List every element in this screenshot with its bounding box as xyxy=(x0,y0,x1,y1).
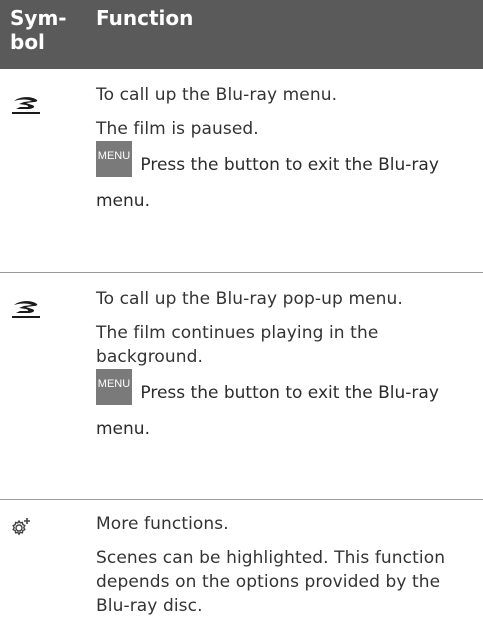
function-text: More functions. xyxy=(96,514,229,534)
menu-instruction: MENU Press the button to exit the Blu-ra… xyxy=(96,369,475,441)
symbol-function-table: Sym- bol Function To call up the Blu-ray… xyxy=(0,0,483,618)
symbol-cell xyxy=(0,287,96,499)
symbol-cell xyxy=(0,512,96,618)
table-row: To call up the Blu-ray pop-up menu. The … xyxy=(0,273,483,500)
table-row: More functions. Scenes can be highlighte… xyxy=(0,500,483,618)
function-text: The film continues playing in the backgr… xyxy=(96,323,379,367)
menu-instruction: MENU Press the button to exit the Blu-ra… xyxy=(96,141,475,213)
menu-instruction-text: Press the button to exit the Blu-ray men… xyxy=(96,155,439,211)
symbol-header-line-1: Sym- xyxy=(10,6,67,30)
function-column-header: Function xyxy=(96,6,194,30)
menu-button-icon: MENU xyxy=(96,141,132,177)
function-cell: To call up the Blu-ray menu. The film is… xyxy=(96,83,483,272)
function-cell: More functions. Scenes can be highlighte… xyxy=(96,512,483,618)
symbol-cell xyxy=(0,83,96,272)
function-text: To call up the Blu-ray menu. xyxy=(96,85,338,105)
function-text: The film is paused. xyxy=(96,119,259,139)
settings-plus-icon xyxy=(12,518,30,536)
function-text: To call up the Blu-ray pop-up menu. xyxy=(96,289,403,309)
function-text: Scenes can be highlighted. This function… xyxy=(96,548,446,616)
symbol-header-line-2: bol xyxy=(10,30,45,54)
function-cell: To call up the Blu-ray pop-up menu. The … xyxy=(96,287,483,499)
blu-ray-disc-icon xyxy=(12,301,40,318)
menu-instruction-text: Press the button to exit the Blu-ray men… xyxy=(96,383,439,439)
blu-ray-disc-icon xyxy=(12,97,40,114)
table-row: To call up the Blu-ray menu. The film is… xyxy=(0,69,483,273)
table-header: Sym- bol Function xyxy=(0,0,483,69)
menu-button-icon: MENU xyxy=(96,369,132,405)
symbol-column-header: Sym- bol xyxy=(0,6,96,69)
